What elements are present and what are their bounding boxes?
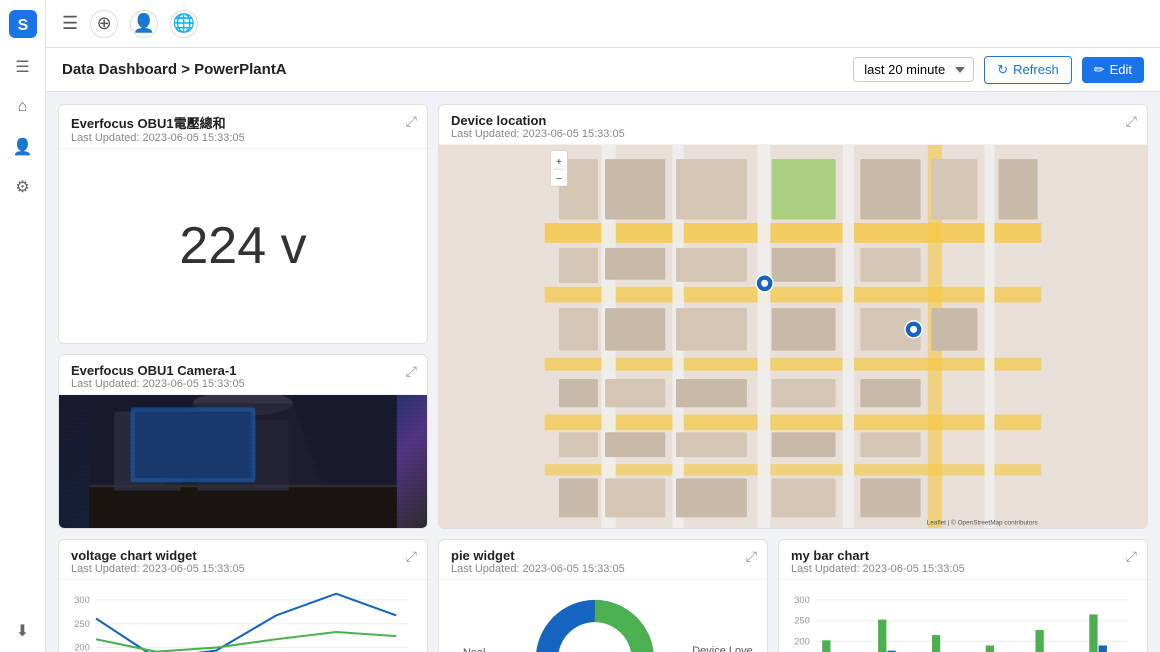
main-area: ☰ ⊕ 👤 🌐 Data Dashboard > PowerPlantA las… [46, 0, 1160, 652]
vchart-body: 300 250 200 150 100 50 19:20:02 19:20:04… [59, 580, 427, 652]
svg-text:200: 200 [74, 643, 90, 652]
topbar-menu-icon[interactable]: ☰ [62, 13, 78, 34]
pie-legend-label-2: Device Love電壓 [692, 645, 757, 652]
vchart-header: voltage chart widget Last Updated: 2023-… [59, 540, 427, 580]
svg-text:300: 300 [74, 595, 90, 605]
topbar-icons: ⊕ 👤 🌐 [90, 10, 198, 38]
camera-expand-icon[interactable]: ⤢ [406, 363, 417, 380]
bar-subtitle: Last Updated: 2023-06-05 15:33:05 [791, 563, 1135, 575]
svg-text:250: 250 [794, 616, 810, 626]
voltage-widget-title: Everfocus OBU1電壓總和 [71, 113, 415, 132]
refresh-icon: ↻ [997, 62, 1008, 78]
svg-text:250: 250 [74, 619, 90, 629]
bar-body: 300 250 200 150 100 50 0 [779, 580, 1147, 652]
svg-text:+: + [556, 157, 562, 168]
topbar: ☰ ⊕ 👤 🌐 [46, 0, 1160, 48]
topbar-user-icon[interactable]: 👤 [130, 10, 158, 38]
svg-text:−: − [556, 174, 562, 185]
edit-icon: ✏ [1094, 62, 1105, 78]
vchart-subtitle: Last Updated: 2023-06-05 15:33:05 [71, 563, 415, 575]
voltage-widget: Everfocus OBU1電壓總和 Last Updated: 2023-06… [58, 104, 428, 344]
camera-widget-title: Everfocus OBU1 Camera-1 [71, 363, 415, 378]
sidebar-settings-icon[interactable]: ⚙ [12, 176, 34, 198]
sidebar: S ☰ ⌂ 👤 ⚙ ⬇ [0, 0, 46, 652]
vchart-expand-icon[interactable]: ⤢ [406, 548, 417, 565]
svg-text:S: S [17, 17, 28, 34]
voltage-widget-body: 224 v [59, 149, 427, 343]
bar-chart-widget: my bar chart Last Updated: 2023-06-05 15… [778, 539, 1148, 652]
dashboard-grid: Everfocus OBU1電壓總和 Last Updated: 2023-06… [46, 92, 1160, 652]
pie-legend: Neal voltage [449, 647, 511, 652]
bar-title: my bar chart [791, 548, 1135, 563]
map-expand-icon[interactable]: ⤢ [1126, 113, 1137, 130]
pie-legend-item-2: Device Love電壓 [678, 645, 757, 652]
camera-widget-header: Everfocus OBU1 Camera-1 Last Updated: 20… [59, 355, 427, 395]
bar-expand-icon[interactable]: ⤢ [1126, 548, 1137, 565]
pie-legend-item-1: Neal voltage [449, 647, 511, 652]
map-svg: + − Leaflet | © OpenStreetMap contributo… [439, 145, 1147, 528]
svg-text:300: 300 [794, 595, 810, 605]
pie-header: pie widget Last Updated: 2023-06-05 15:3… [439, 540, 767, 580]
pie-legend-label-1: Neal voltage [463, 647, 511, 652]
map-widget-subtitle: Last Updated: 2023-06-05 15:33:05 [451, 128, 1135, 140]
pie-subtitle: Last Updated: 2023-06-05 15:33:05 [451, 563, 755, 575]
edit-button[interactable]: ✏ Edit [1082, 57, 1144, 83]
pie-title: pie widget [451, 548, 755, 563]
topbar-globe-icon[interactable]: 🌐 [170, 10, 198, 38]
voltage-expand-icon[interactable]: ⤢ [406, 113, 417, 130]
bar-header: my bar chart Last Updated: 2023-06-05 15… [779, 540, 1147, 580]
map-widget-body[interactable]: + − Leaflet | © OpenStreetMap contributo… [439, 145, 1147, 528]
sidebar-home-icon[interactable]: ⌂ [12, 96, 34, 118]
vchart-title: voltage chart widget [71, 548, 415, 563]
svg-text:200: 200 [794, 636, 810, 646]
map-widget-header: Device location Last Updated: 2023-06-05… [439, 105, 1147, 145]
pie-legend-right: Device Love電壓 [678, 645, 757, 652]
topbar-refresh-icon[interactable]: ⊕ [90, 10, 118, 38]
voltage-chart-widget: voltage chart widget Last Updated: 2023-… [58, 539, 428, 652]
pie-widget: pie widget Last Updated: 2023-06-05 15:3… [438, 539, 768, 652]
voltage-widget-subtitle: Last Updated: 2023-06-05 15:33:05 [71, 132, 415, 144]
pie-expand-icon[interactable]: ⤢ [746, 548, 757, 565]
time-select[interactable]: last 20 minute [853, 57, 974, 82]
header-row: Data Dashboard > PowerPlantA last 20 min… [46, 48, 1160, 92]
camera-widget-body [59, 395, 427, 528]
sidebar-menu-icon[interactable]: ☰ [12, 56, 34, 78]
map-widget: Device location Last Updated: 2023-06-05… [438, 104, 1148, 529]
pie-chart-svg [531, 580, 659, 652]
camera-feed [59, 395, 427, 528]
sidebar-download-icon[interactable]: ⬇ [12, 620, 34, 642]
camera-widget: Everfocus OBU1 Camera-1 Last Updated: 20… [58, 354, 428, 529]
refresh-button[interactable]: ↻ Refresh [984, 56, 1071, 84]
svg-text:Leaflet | © OpenStreetMap cont: Leaflet | © OpenStreetMap contributors [927, 518, 1038, 526]
sidebar-user-icon[interactable]: 👤 [12, 136, 34, 158]
breadcrumb: Data Dashboard > PowerPlantA [62, 61, 843, 78]
app-logo[interactable]: S [9, 10, 37, 38]
map-widget-title: Device location [451, 113, 1135, 128]
pie-body: Neal voltage Device Love電壓 [439, 580, 767, 652]
voltage-value: 224 v [179, 216, 306, 276]
camera-widget-subtitle: Last Updated: 2023-06-05 15:33:05 [71, 378, 415, 390]
voltage-widget-header: Everfocus OBU1電壓總和 Last Updated: 2023-06… [59, 105, 427, 149]
